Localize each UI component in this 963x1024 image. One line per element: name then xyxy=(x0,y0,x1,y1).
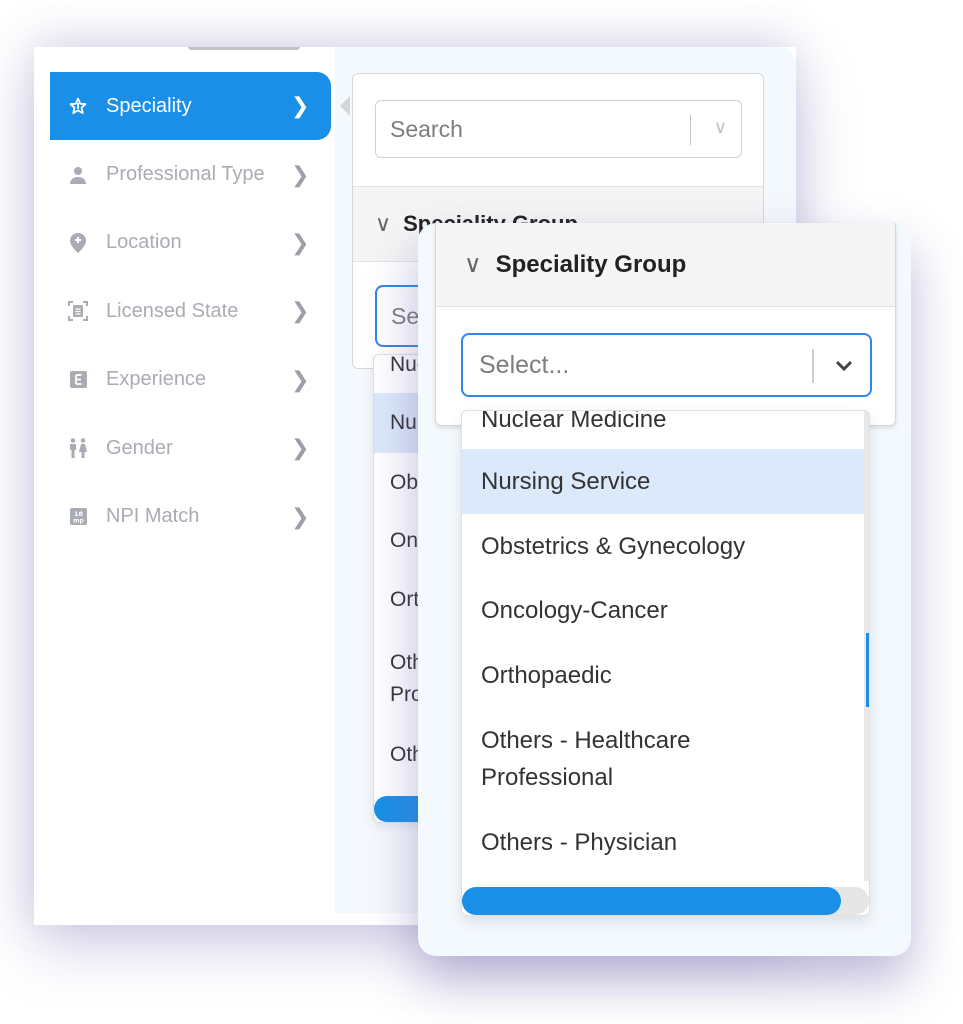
option-nursing-service[interactable]: Nursing Service xyxy=(462,449,869,514)
option-others-healthcare-professional[interactable]: Others - Healthcare Professional xyxy=(462,722,762,796)
horizontal-scrollbar-track[interactable] xyxy=(462,887,869,915)
chevron-right-icon: ❯ xyxy=(291,161,310,187)
sidebar-item-label: Location xyxy=(106,231,182,254)
sidebar-item-label: Licensed State xyxy=(106,299,239,322)
sidebar-item-licensed-state[interactable]: Licensed State ❯ xyxy=(50,277,331,345)
chevron-right-icon: ❯ xyxy=(291,229,310,255)
sidebar-item-speciality[interactable]: Speciality ❯ xyxy=(50,72,331,141)
chevron-down-icon[interactable]: ∨ xyxy=(714,117,727,138)
sidebar-item-experience[interactable]: Experience ❯ xyxy=(50,346,331,414)
chevron-right-icon: ❯ xyxy=(291,298,310,324)
chevron-right-icon: ❯ xyxy=(291,366,310,392)
tab-indicator xyxy=(188,47,300,50)
chevron-right-icon: ❯ xyxy=(291,503,310,529)
sidebar-item-label: Professional Type xyxy=(106,163,265,186)
document-scan-icon xyxy=(50,301,106,322)
sidebar-item-label: NPI Match xyxy=(106,505,200,528)
input-separator xyxy=(812,349,814,383)
person-icon xyxy=(50,166,106,184)
filter-card-front: ∨ Speciality Group Select... Nuclear Med… xyxy=(418,223,911,956)
option-nuclear-medicine[interactable]: Nuclear Medicine xyxy=(462,411,869,441)
sidebar-item-gender[interactable]: Gender ❯ xyxy=(50,414,331,482)
chevron-down-icon: ∨ xyxy=(375,211,392,236)
option-orthopaedic[interactable]: Orthopaedic xyxy=(462,657,869,694)
location-pin-icon xyxy=(50,232,106,253)
speciality-group-header[interactable]: ∨ Speciality Group xyxy=(436,223,895,307)
option-obstetrics-gynecology[interactable]: Obstetrics & Gynecology xyxy=(462,528,869,565)
npi-badge-icon: 18 mp xyxy=(50,508,106,526)
option-others-physician[interactable]: Others - Physician xyxy=(462,824,869,861)
sidebar-item-label: Gender xyxy=(106,436,173,459)
input-separator xyxy=(690,115,691,145)
sidebar-item-npi-match[interactable]: 18 mp NPI Match ❯ xyxy=(50,482,331,550)
speciality-group-panel: ∨ Speciality Group Select... xyxy=(435,223,896,426)
speciality-options-list[interactable]: Nuclear Medicine Nursing Service Obstetr… xyxy=(461,410,870,916)
speciality-group-select[interactable]: Select... xyxy=(461,333,872,397)
option-item[interactable]: Ort xyxy=(390,584,419,616)
chevron-right-icon: ❯ xyxy=(291,93,310,119)
sidebar-item-label: Experience xyxy=(106,368,207,391)
option-oncology-cancer[interactable]: Oncology-Cancer xyxy=(462,592,869,629)
search-placeholder: Search xyxy=(390,115,463,142)
group-title: Speciality Group xyxy=(495,250,687,278)
chevron-down-icon[interactable] xyxy=(834,351,854,380)
star-icon xyxy=(50,97,106,115)
sidebar-item-professional-type[interactable]: Professional Type ❯ xyxy=(50,140,331,208)
panel-pointer xyxy=(340,96,350,116)
search-input[interactable]: Search ∨ xyxy=(375,100,742,158)
select-placeholder: Select... xyxy=(479,350,570,379)
vertical-scrollbar-thumb[interactable] xyxy=(866,633,869,707)
filter-sidebar: Speciality ❯ Professional Type ❯ Locatio… xyxy=(50,72,331,551)
sidebar-item-location[interactable]: Location ❯ xyxy=(50,209,331,277)
chevron-down-icon: ∨ xyxy=(464,251,482,278)
chevron-right-icon: ❯ xyxy=(291,435,310,461)
gender-icon xyxy=(50,438,106,459)
letter-e-icon xyxy=(50,371,106,389)
horizontal-scrollbar-thumb[interactable] xyxy=(462,887,841,915)
svg-text:mp: mp xyxy=(73,518,84,525)
sidebar-item-label: Speciality xyxy=(106,94,192,117)
